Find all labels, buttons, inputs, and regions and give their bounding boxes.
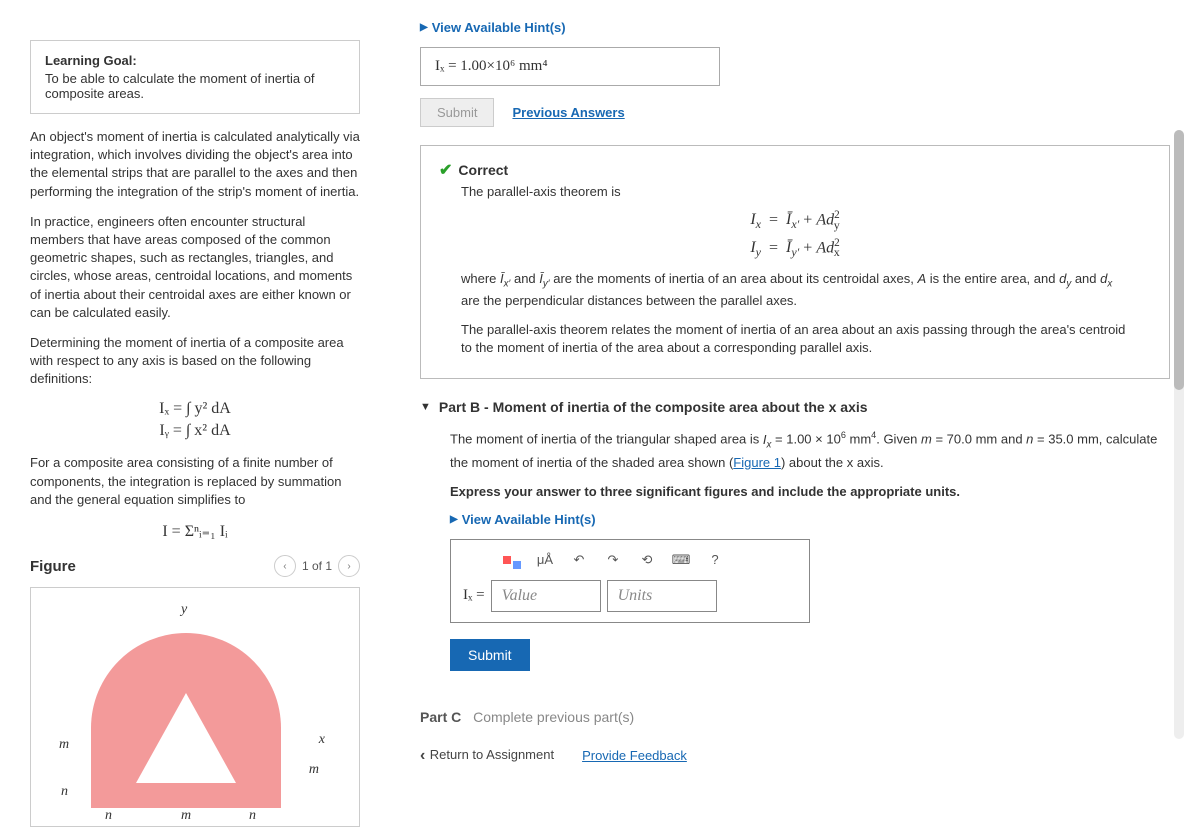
ix-label: Iₓ = <box>463 587 485 604</box>
view-hints-link-a[interactable]: View Available Hint(s) <box>420 20 1170 35</box>
figure-triangle-cutout <box>136 693 236 783</box>
figure-1: y x m n m n m n <box>30 587 360 827</box>
return-to-assignment-link[interactable]: Return to Assignment <box>420 747 554 765</box>
paragraph-4: For a composite area consisting of a fin… <box>30 454 360 509</box>
part-b-body: The moment of inertia of the triangular … <box>420 429 1170 689</box>
value-input[interactable]: Value <box>491 580 601 612</box>
provide-feedback-link[interactable]: Provide Feedback <box>582 748 687 763</box>
dim-m-bottom: m <box>181 808 191 824</box>
keyboard-icon[interactable]: ⌨ <box>671 550 691 570</box>
parallel-axis-eq-x: Ix = Īx′ + Ad2y <box>439 209 1151 233</box>
collapse-icon[interactable]: ▼ <box>420 401 431 413</box>
paragraph-2: In practice, engineers often encounter s… <box>30 213 360 322</box>
part-b-problem-text: The moment of inertia of the triangular … <box>450 429 1170 472</box>
explain-2: The parallel-axis theorem relates the mo… <box>461 321 1131 359</box>
part-b-header: ▼ Part B - Moment of inertia of the comp… <box>420 399 1170 415</box>
learning-goal-box: Learning Goal: To be able to calculate t… <box>30 40 360 114</box>
figure-1-link[interactable]: Figure 1 <box>733 455 781 470</box>
explain-1: where Īx′ and Īy′ are the moments of ine… <box>461 270 1131 311</box>
checkmark-icon: ✔ <box>439 160 452 180</box>
axis-x-label: x <box>319 732 325 748</box>
figure-label: Figure <box>30 558 76 575</box>
part-b-instruction: Express your answer to three significant… <box>450 482 1170 502</box>
learning-goal-title: Learning Goal: <box>45 53 345 68</box>
previous-answers-link[interactable]: Previous Answers <box>512 105 624 120</box>
dim-n-bottom-left: n <box>105 808 112 824</box>
view-hints-link-b[interactable]: View Available Hint(s) <box>450 512 1170 527</box>
part-a-answer: Iₓ = 1.00×10⁶ mm⁴ <box>435 58 548 74</box>
paragraph-3: Determining the moment of inertia of a c… <box>30 334 360 389</box>
pager-next-button[interactable]: › <box>338 555 360 577</box>
scrollbar-thumb[interactable] <box>1174 130 1184 390</box>
paragraph-1: An object's moment of inertia is calcula… <box>30 128 360 201</box>
axis-y-label: y <box>181 602 187 618</box>
part-a-answer-box: Iₓ = 1.00×10⁶ mm⁴ <box>420 47 720 86</box>
dim-n-bottom-right: n <box>249 808 256 824</box>
templates-icon[interactable] <box>503 551 521 569</box>
equation-iy: Iᵧ = ∫ x² dA <box>30 422 360 440</box>
scrollbar[interactable] <box>1174 130 1184 739</box>
units-input[interactable]: Units <box>607 580 717 612</box>
part-c-text: Complete previous part(s) <box>473 709 634 725</box>
part-c-label: Part C <box>420 709 461 725</box>
redo-icon[interactable]: ↷ <box>603 550 623 570</box>
dim-n-left: n <box>61 784 68 800</box>
dim-m-left: m <box>59 737 69 753</box>
part-b-title: Part B - Moment of inertia of the compos… <box>439 399 868 415</box>
left-panel: Learning Goal: To be able to calculate t… <box>0 0 360 779</box>
parallel-axis-eq-y: Iy = Īy′ + Ad2x <box>439 237 1151 261</box>
pager-text: 1 of 1 <box>302 559 332 573</box>
correct-sublabel: The parallel-axis theorem is <box>461 184 1151 199</box>
units-button[interactable]: μÅ <box>535 550 555 570</box>
learning-goal-text: To be able to calculate the moment of in… <box>45 71 345 101</box>
answer-input-panel: μÅ ↶ ↷ ⟲ ⌨ ? Iₓ = Value Units <box>450 539 810 623</box>
submit-button[interactable]: Submit <box>450 639 530 671</box>
pager-prev-button[interactable]: ‹ <box>274 555 296 577</box>
right-panel: View Available Hint(s) Iₓ = 1.00×10⁶ mm⁴… <box>360 0 1200 779</box>
figure-pager: ‹ 1 of 1 › <box>274 555 360 577</box>
reset-icon[interactable]: ⟲ <box>637 550 657 570</box>
equation-sum: I = Σⁿᵢ₌₁ Iᵢ <box>30 521 360 541</box>
submit-button-disabled: Submit <box>420 98 494 127</box>
part-c-row: Part C Complete previous part(s) <box>420 709 1170 725</box>
correct-label: Correct <box>458 162 508 178</box>
undo-icon[interactable]: ↶ <box>569 550 589 570</box>
equation-ix: Iₓ = ∫ y² dA <box>30 400 360 418</box>
correct-feedback-box: ✔ Correct The parallel-axis theorem is I… <box>420 145 1170 379</box>
help-icon[interactable]: ? <box>705 550 725 570</box>
dim-m-right: m <box>309 762 319 778</box>
figure-header: Figure ‹ 1 of 1 › <box>30 555 360 577</box>
